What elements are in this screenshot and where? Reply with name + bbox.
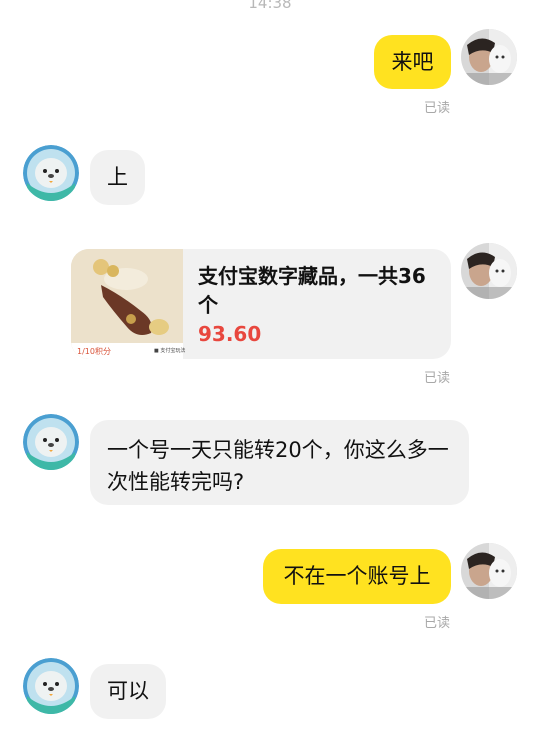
contact-avatar[interactable] (23, 145, 79, 201)
thumbnail-label: ■ 支付宝玩法 (154, 348, 186, 354)
thumbnail-label: 1/10积分 (77, 347, 111, 356)
message-text: 上 (107, 165, 128, 189)
my-message-bubble[interactable]: 不在一个账号上 (263, 549, 451, 604)
read-status: 已读 (424, 101, 451, 116)
product-title: 支付宝数字藏品，一共36个 (198, 264, 426, 317)
product-card[interactable]: 1/10积分 ■ 支付宝玩法 支付宝数字藏品，一共36个 93.60 (71, 249, 451, 359)
contact-message-bubble[interactable]: 上 (90, 150, 145, 205)
message-text: 来吧 (391, 50, 434, 74)
message-text: 不在一个账号上 (283, 564, 431, 588)
contact-avatar[interactable] (23, 414, 79, 470)
my-avatar[interactable] (461, 29, 517, 85)
contact-avatar[interactable] (23, 658, 79, 714)
my-avatar[interactable] (461, 543, 517, 599)
read-status: 已读 (424, 616, 451, 631)
message-text: 一个号一天只能转20个，你这么多一次性能转完吗? (107, 438, 449, 494)
contact-message-bubble[interactable]: 一个号一天只能转20个，你这么多一次性能转完吗? (90, 420, 469, 505)
my-message-bubble[interactable]: 来吧 (374, 35, 451, 89)
contact-message-bubble[interactable]: 可以 (90, 664, 166, 719)
message-timestamp: 14:38 (248, 0, 292, 12)
product-thumbnail: 1/10积分 ■ 支付宝玩法 (71, 249, 186, 359)
message-text: 可以 (107, 679, 149, 703)
read-status: 已读 (424, 371, 451, 386)
my-avatar[interactable] (461, 243, 517, 299)
product-price: 93.60 (198, 322, 262, 346)
